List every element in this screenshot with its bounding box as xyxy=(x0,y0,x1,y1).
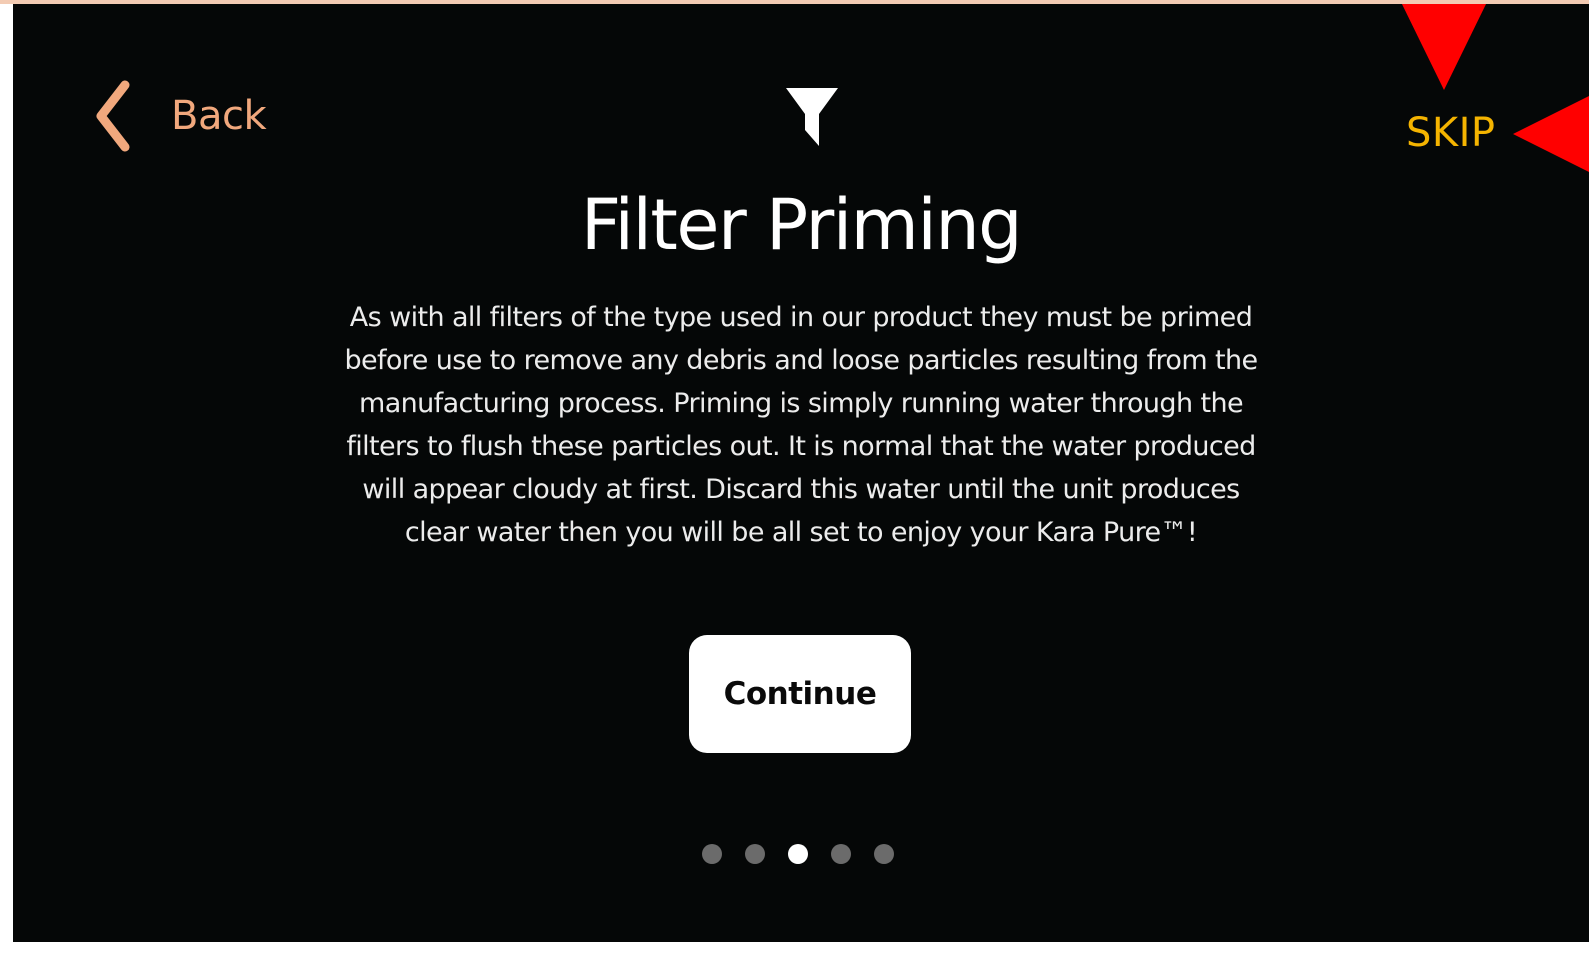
page-dot-2[interactable] xyxy=(745,844,765,864)
page-dot-3-active[interactable] xyxy=(788,844,808,864)
filter-funnel-icon xyxy=(784,86,840,148)
skip-button[interactable]: SKIP xyxy=(1406,110,1496,156)
description-text: As with all filters of the type used in … xyxy=(344,302,1258,548)
screenshot-frame: Back Filter Priming As with all filters … xyxy=(0,0,1589,955)
page-dot-4[interactable] xyxy=(831,844,851,864)
chevron-left-icon xyxy=(93,79,133,153)
page-dot-5[interactable] xyxy=(874,844,894,864)
back-label: Back xyxy=(171,93,267,139)
device-screen: Back Filter Priming As with all filters … xyxy=(13,4,1589,942)
page-title: Filter Priming xyxy=(580,184,1023,266)
down-arrow-icon xyxy=(1400,4,1488,90)
continue-button[interactable]: Continue xyxy=(689,635,911,753)
page-indicator xyxy=(702,844,894,866)
left-arrow-icon xyxy=(1513,96,1589,172)
page-dot-1[interactable] xyxy=(702,844,722,864)
back-button[interactable]: Back xyxy=(93,76,267,156)
